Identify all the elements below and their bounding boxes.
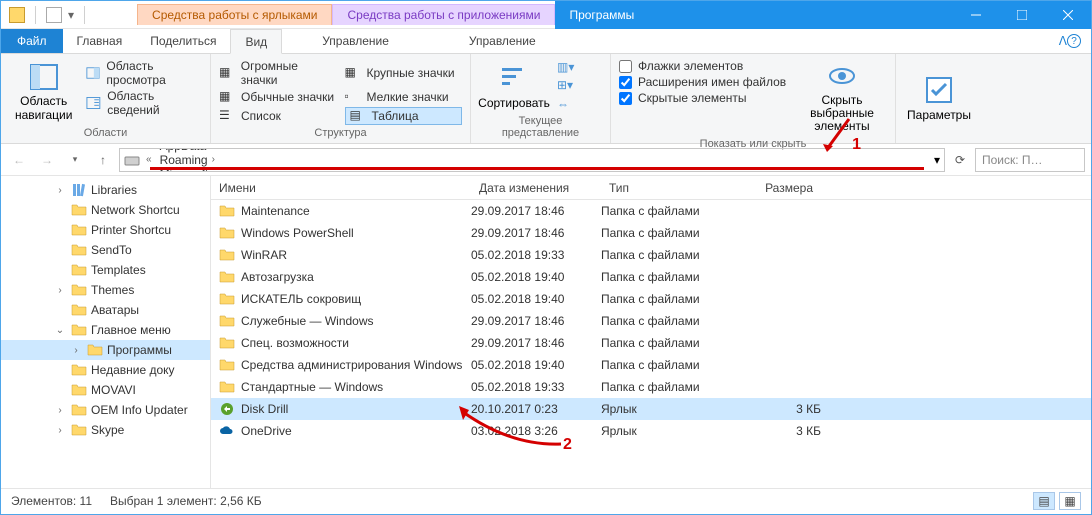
- groupby-icon[interactable]: ▥▾: [557, 60, 574, 74]
- group-layout-label: Структура: [219, 125, 462, 139]
- group-panes-label: Области: [9, 125, 202, 139]
- file-menu[interactable]: Файл: [1, 29, 63, 53]
- file-list[interactable]: Имени Дата изменения Тип Размера Mainten…: [211, 176, 1091, 488]
- tree-item[interactable]: SendTo: [1, 240, 210, 260]
- file-row[interactable]: OneDrive03.02.2018 3:26Ярлык3 КБ: [211, 420, 1091, 442]
- tree-item[interactable]: ›Themes: [1, 280, 210, 300]
- file-row[interactable]: Стандартные — Windows05.02.2018 19:33Пап…: [211, 376, 1091, 398]
- group-current-label: Текущее представление: [479, 113, 602, 139]
- back-button[interactable]: ←: [7, 148, 31, 172]
- folder-qat-icon: [9, 7, 25, 23]
- address-dropdown-icon[interactable]: ▾: [934, 153, 940, 167]
- drive-icon: [124, 152, 140, 168]
- col-type[interactable]: Тип: [601, 181, 741, 195]
- tab-manage-1[interactable]: Управление: [282, 29, 429, 53]
- file-row[interactable]: Windows PowerShell29.09.2017 18:46Папка …: [211, 222, 1091, 244]
- tree-item[interactable]: ›OEM Info Updater: [1, 400, 210, 420]
- column-headers[interactable]: Имени Дата изменения Тип Размера: [211, 176, 1091, 200]
- search-input[interactable]: Поиск: П…: [975, 148, 1085, 172]
- tree-item[interactable]: Network Shortcu: [1, 200, 210, 220]
- up-button[interactable]: ↑: [91, 148, 115, 172]
- breadcrumb-segment[interactable]: Roaming›: [158, 153, 285, 167]
- file-row[interactable]: ИСКАТЕЛЬ сокровищ05.02.2018 19:40Папка с…: [211, 288, 1091, 310]
- tree-item[interactable]: Недавние доку: [1, 360, 210, 380]
- layout-huge[interactable]: ▦Огромные значки: [219, 58, 337, 88]
- status-bar: Элементов: 11 Выбран 1 элемент: 2,56 КБ …: [1, 488, 1091, 512]
- tab-home[interactable]: Главная: [63, 29, 137, 53]
- close-button[interactable]: [1045, 1, 1091, 29]
- file-row[interactable]: Спец. возможности29.09.2017 18:46Папка с…: [211, 332, 1091, 354]
- tree-item[interactable]: Printer Shortcu: [1, 220, 210, 240]
- tree-item[interactable]: Аватары: [1, 300, 210, 320]
- maximize-button[interactable]: [999, 1, 1045, 29]
- qat-dropdown-icon[interactable]: ▾: [68, 8, 74, 22]
- tab-manage-2[interactable]: Управление: [429, 29, 576, 53]
- tree-item[interactable]: MOVAVI: [1, 380, 210, 400]
- nav-tree[interactable]: ›LibrariesNetwork ShortcuPrinter Shortcu…: [1, 176, 211, 488]
- ribbon: Область навигации Область просмотра Обла…: [1, 54, 1091, 144]
- checkbox-hidden-items[interactable]: [619, 92, 632, 105]
- ribbon-tabs: Файл Главная Поделиться Вид Управление У…: [1, 29, 1091, 54]
- ribbon-collapse-icon[interactable]: ᐱ ?: [1049, 29, 1091, 53]
- annotation-underline: [150, 167, 924, 170]
- preview-pane-button[interactable]: Область просмотра: [86, 58, 202, 88]
- col-size[interactable]: Размера: [741, 181, 821, 195]
- options-button[interactable]: Параметры: [904, 58, 974, 137]
- details-pane-button[interactable]: Область сведений: [86, 88, 202, 118]
- hide-selected-button[interactable]: Скрыть выбранные элементы: [797, 58, 887, 136]
- file-row[interactable]: Служебные — Windows29.09.2017 18:46Папка…: [211, 310, 1091, 332]
- content-area: ›LibrariesNetwork ShortcuPrinter Shortcu…: [1, 176, 1091, 488]
- context-tab-shortcuts[interactable]: Средства работы с ярлыками: [137, 4, 332, 25]
- window-title: Программы: [555, 1, 648, 29]
- file-row[interactable]: Disk Drill20.10.2017 0:23Ярлык3 КБ: [211, 398, 1091, 420]
- label-item-checkboxes: Флажки элементов: [638, 59, 743, 73]
- status-selection: Выбран 1 элемент: 2,56 КБ: [110, 494, 262, 508]
- file-row[interactable]: Автозагрузка05.02.2018 19:40Папка с файл…: [211, 266, 1091, 288]
- tree-item[interactable]: ›Программы: [1, 340, 210, 360]
- layout-small[interactable]: ▫Мелкие значки: [345, 88, 463, 106]
- tree-item[interactable]: ›Libraries: [1, 180, 210, 200]
- sizecols-icon[interactable]: ⇔: [557, 97, 574, 111]
- file-row[interactable]: Средства администрирования Windows05.02.…: [211, 354, 1091, 376]
- view-large-icon[interactable]: ▦: [1059, 492, 1081, 510]
- file-row[interactable]: WinRAR05.02.2018 19:33Папка с файлами: [211, 244, 1091, 266]
- layout-large[interactable]: ▦Крупные значки: [345, 58, 463, 88]
- file-row[interactable]: Maintenance29.09.2017 18:46Папка с файла…: [211, 200, 1091, 222]
- checkbox-item-checkboxes[interactable]: [619, 60, 632, 73]
- status-count: Элементов: 11: [11, 494, 92, 508]
- title-bar: ▾ Средства работы с ярлыками Средства ра…: [1, 1, 1091, 29]
- sort-button[interactable]: Сортировать: [479, 58, 549, 113]
- label-extensions: Расширения имен файлов: [638, 75, 786, 89]
- context-tab-apps[interactable]: Средства работы с приложениями: [332, 4, 555, 25]
- recent-dropdown[interactable]: ▾: [63, 148, 87, 172]
- layout-list[interactable]: ☰Список: [219, 107, 337, 125]
- forward-button[interactable]: →: [35, 148, 59, 172]
- checkbox-extensions[interactable]: [619, 76, 632, 89]
- nav-pane-button[interactable]: Область навигации: [9, 58, 78, 125]
- tree-item[interactable]: Templates: [1, 260, 210, 280]
- tree-item[interactable]: ⌄Главное меню: [1, 320, 210, 340]
- minimize-button[interactable]: [953, 1, 999, 29]
- layout-details[interactable]: ▤Таблица: [345, 107, 463, 125]
- label-hidden-items: Скрытые элементы: [638, 91, 747, 105]
- layout-medium[interactable]: ▦Обычные значки: [219, 88, 337, 106]
- col-date[interactable]: Дата изменения: [471, 181, 601, 195]
- view-details-icon[interactable]: ▤: [1033, 492, 1055, 510]
- qat-button-1[interactable]: [46, 7, 62, 23]
- tree-item[interactable]: ›Skype: [1, 420, 210, 440]
- tab-share[interactable]: Поделиться: [136, 29, 230, 53]
- tab-view[interactable]: Вид: [230, 29, 282, 54]
- refresh-button[interactable]: ⟳: [949, 149, 971, 171]
- addcol-icon[interactable]: ⊞▾: [557, 78, 574, 92]
- address-bar: ← → ▾ ↑ « Локальный диск (C:)›Пользовате…: [1, 144, 1091, 176]
- breadcrumb-box[interactable]: « Локальный диск (C:)›Пользователи›MERS›…: [119, 148, 945, 172]
- col-name[interactable]: Имени: [211, 181, 471, 195]
